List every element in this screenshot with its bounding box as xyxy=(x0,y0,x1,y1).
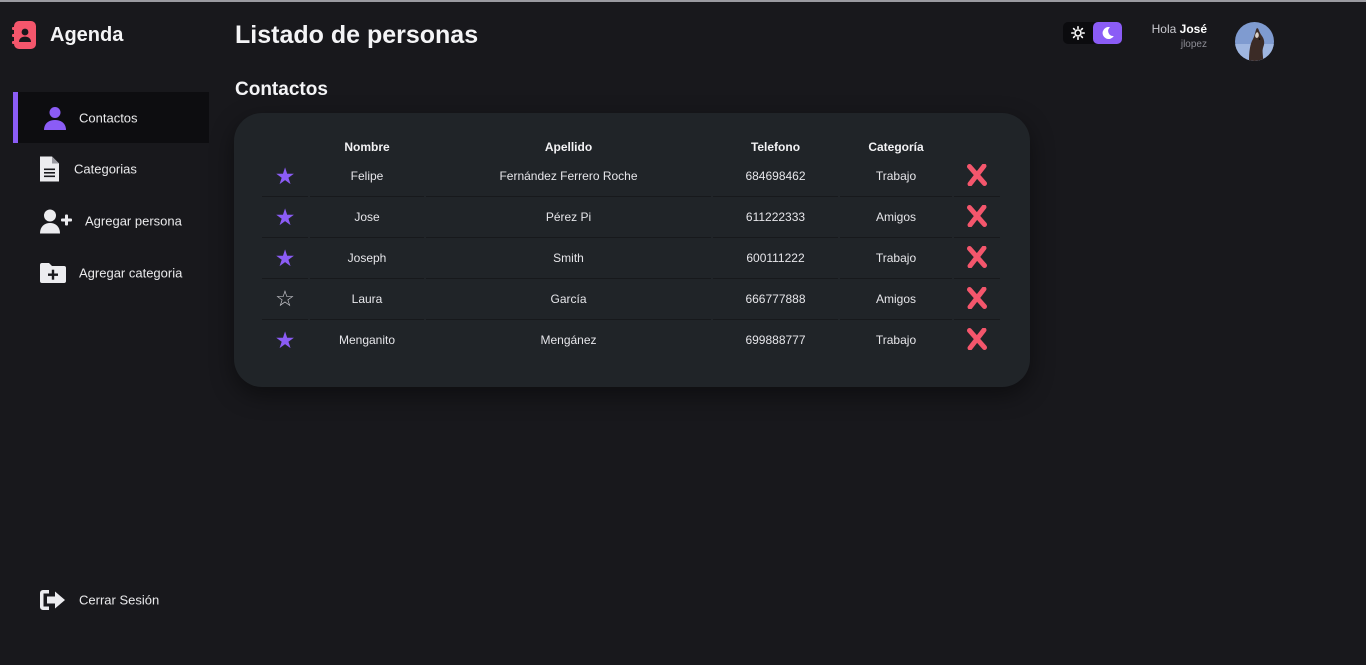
cell-apellido: Pérez Pi xyxy=(426,197,711,238)
column-header-telefono: Telefono xyxy=(750,139,801,154)
table-row: ☆ Laura García 666777888 Amigos xyxy=(262,279,1000,320)
sidebar-item-label: Categorias xyxy=(74,161,137,177)
star-icon[interactable]: ★ xyxy=(275,205,296,229)
column-header-apellido: Apellido xyxy=(544,139,593,154)
favorite-cell: ★ xyxy=(262,320,308,360)
sidebar-item-label: Agregar persona xyxy=(85,213,182,229)
sidebar-item-label: Agregar categoria xyxy=(79,265,183,281)
cell-nombre: Jose xyxy=(310,197,424,238)
delete-cell xyxy=(954,320,1000,360)
favorite-cell: ★ xyxy=(262,156,308,197)
delete-icon[interactable] xyxy=(967,286,987,309)
address-book-icon xyxy=(12,20,38,50)
sidebar-nav: Contactos Categorias Agregar persona Agr… xyxy=(13,92,209,299)
delete-cell xyxy=(954,156,1000,197)
cell-telefono: 666777888 xyxy=(713,279,838,320)
app-title: Agenda xyxy=(50,23,124,46)
cell-categoria: Trabajo xyxy=(840,156,952,197)
delete-cell xyxy=(954,238,1000,279)
cell-nombre: Joseph xyxy=(310,238,424,279)
cell-telefono: 699888777 xyxy=(745,333,806,347)
user-greeting: Hola José xyxy=(1151,22,1207,36)
table-row: ★ Menganito Mengánez 699888777 Trabajo xyxy=(262,320,1000,360)
table-row: ★ Jose Pérez Pi 611222333 Amigos xyxy=(262,197,1000,238)
table-row: ★ Felipe Fernández Ferrero Roche 684698462 T… xyxy=(262,156,1000,197)
cell-telefono: 611222333 xyxy=(713,197,838,238)
cell-categoria: Amigos xyxy=(840,279,952,320)
star-icon[interactable]: ★ xyxy=(275,328,296,352)
column-header-delete xyxy=(954,137,1000,156)
favorite-cell: ★ xyxy=(262,197,308,238)
section-title: Contactos xyxy=(235,79,328,100)
logout-button[interactable]: Cerrar Sesión xyxy=(40,588,220,612)
cell-categoria: Amigos xyxy=(840,197,952,238)
sidebar-item-label: Contactos xyxy=(79,110,138,125)
user-info: Hola José jlopez xyxy=(1110,22,1207,50)
column-header-nombre: Nombre xyxy=(344,139,390,154)
user-icon xyxy=(44,106,66,130)
cell-telefono: 600111222 xyxy=(713,238,838,279)
sidebar-item-categorias[interactable]: Categorias xyxy=(13,143,209,195)
page-title: Listado de personas xyxy=(235,21,479,49)
sidebar-item-contactos[interactable]: Contactos xyxy=(13,92,209,143)
star-icon[interactable]: ★ xyxy=(275,246,296,270)
cell-categoria: Trabajo xyxy=(840,238,952,279)
cell-nombre: Menganito xyxy=(338,333,396,347)
contacts-card: Nombre Apellido Telefono Categoría ★ Feli… xyxy=(234,113,1030,387)
cell-apellido: García xyxy=(426,279,711,320)
delete-icon[interactable] xyxy=(967,204,987,227)
delete-icon[interactable] xyxy=(967,163,987,186)
document-icon xyxy=(40,156,59,182)
brand[interactable]: Agenda xyxy=(12,20,123,50)
delete-icon[interactable] xyxy=(967,327,987,350)
user-username: jlopez xyxy=(1180,39,1207,50)
favorite-cell: ☆ xyxy=(262,279,308,320)
delete-cell xyxy=(954,197,1000,238)
sidebar-item-agregar-categoria[interactable]: Agregar categoria xyxy=(13,247,209,299)
star-icon[interactable]: ★ xyxy=(275,164,296,188)
window-top-border xyxy=(0,0,1366,2)
contacts-table: Nombre Apellido Telefono Categoría ★ Feli… xyxy=(260,137,1002,360)
folder-plus-icon xyxy=(40,263,66,283)
cell-apellido: Smith xyxy=(426,238,711,279)
cell-apellido: Mengánez xyxy=(540,333,597,347)
cell-nombre: Laura xyxy=(310,279,424,320)
logout-label: Cerrar Sesión xyxy=(79,592,160,608)
cell-apellido: Fernández Ferrero Roche xyxy=(426,156,711,197)
user-plus-icon xyxy=(40,209,72,234)
logout-icon xyxy=(40,590,66,610)
cell-nombre: Felipe xyxy=(310,156,424,197)
star-icon[interactable]: ☆ xyxy=(275,288,295,310)
table-row: ★ Joseph Smith 600111222 Trabajo xyxy=(262,238,1000,279)
sidebar-item-agregar-persona[interactable]: Agregar persona xyxy=(13,195,209,247)
favorite-cell: ★ xyxy=(262,238,308,279)
column-header-favorite xyxy=(262,137,308,156)
cell-categoria: Trabajo xyxy=(875,333,917,347)
user-name: José xyxy=(1179,22,1207,36)
delete-icon[interactable] xyxy=(967,245,987,268)
column-header-categoria: Categoría xyxy=(868,139,924,154)
sun-icon[interactable] xyxy=(1068,24,1088,42)
delete-cell xyxy=(954,279,1000,320)
table-header-row: Nombre Apellido Telefono Categoría xyxy=(262,137,1000,156)
avatar[interactable] xyxy=(1235,22,1274,61)
cell-telefono: 684698462 xyxy=(713,156,838,197)
